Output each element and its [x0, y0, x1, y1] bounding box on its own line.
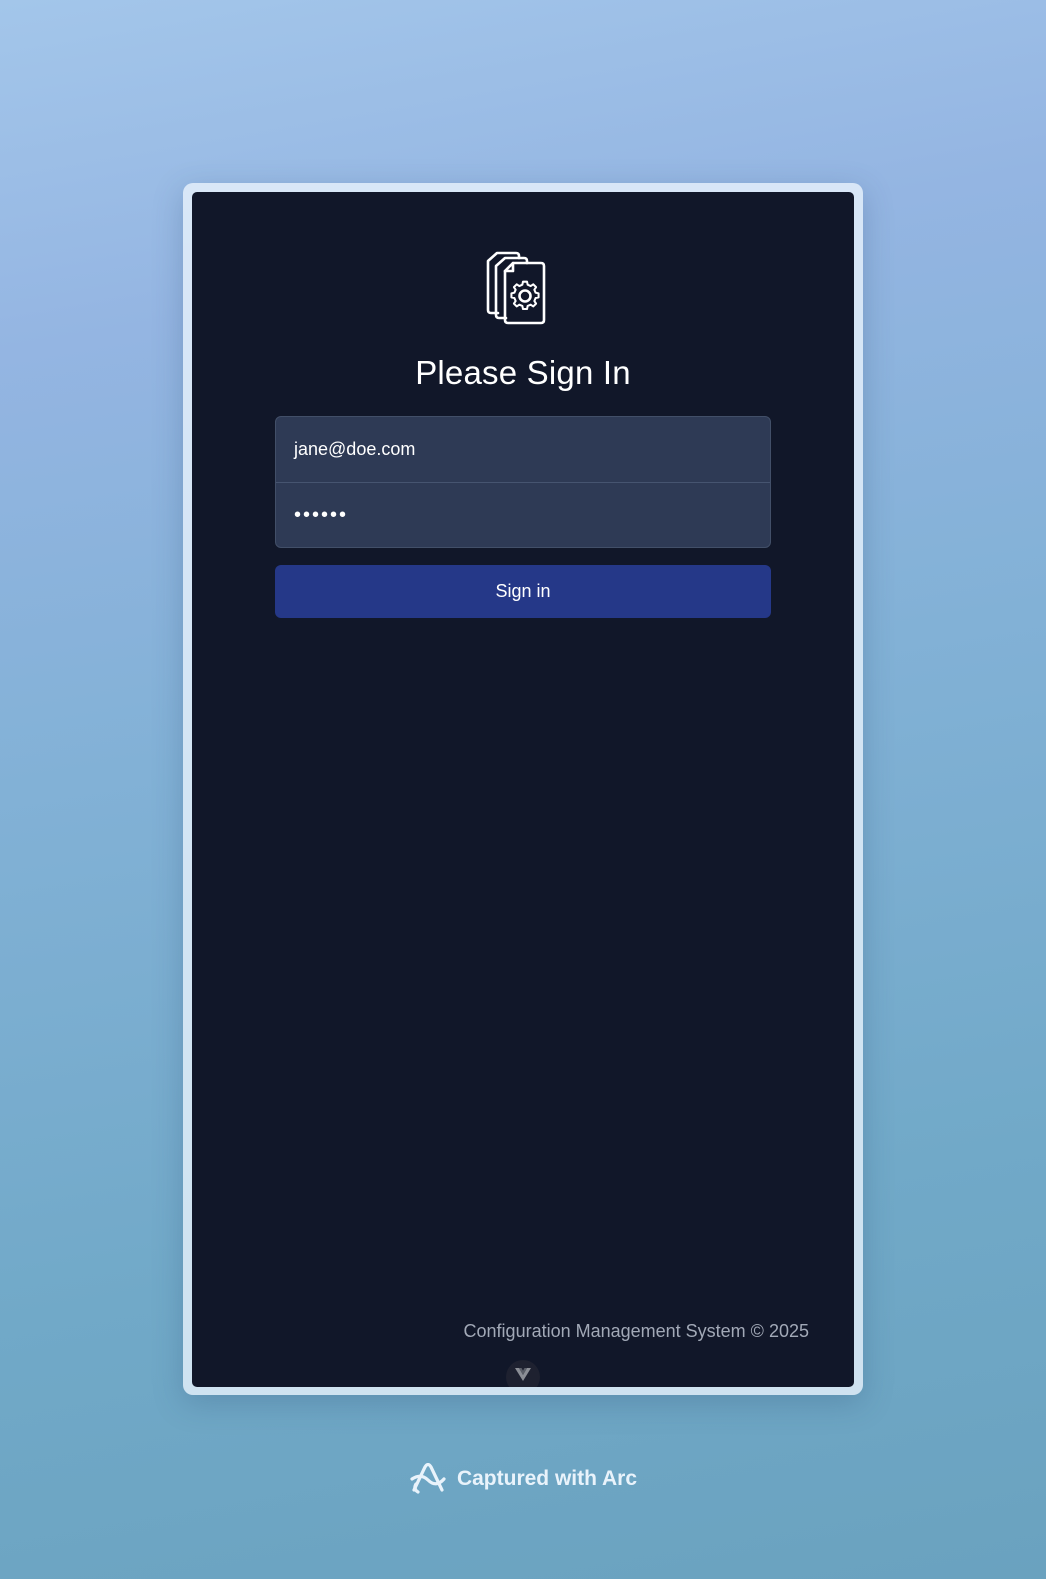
config-documents-gear-icon: [486, 251, 552, 325]
vue-devtools-icon[interactable]: [506, 1360, 540, 1387]
footer-copyright: Configuration Management System © 2025: [463, 1321, 809, 1341]
sign-in-button[interactable]: Sign in: [275, 565, 771, 618]
capture-caption: Captured with Arc: [0, 1463, 1046, 1495]
page-title: Please Sign In: [415, 354, 631, 391]
capture-label: Captured with Arc: [456, 1467, 638, 1490]
arc-logo-icon: [410, 1463, 446, 1494]
browser-window: Please Sign In jane@doe.com •••••• Sign …: [192, 192, 854, 1387]
password-field[interactable]: ••••••: [276, 483, 770, 547]
email-field[interactable]: jane@doe.com: [276, 417, 770, 482]
credentials-group: jane@doe.com ••••••: [275, 416, 771, 548]
